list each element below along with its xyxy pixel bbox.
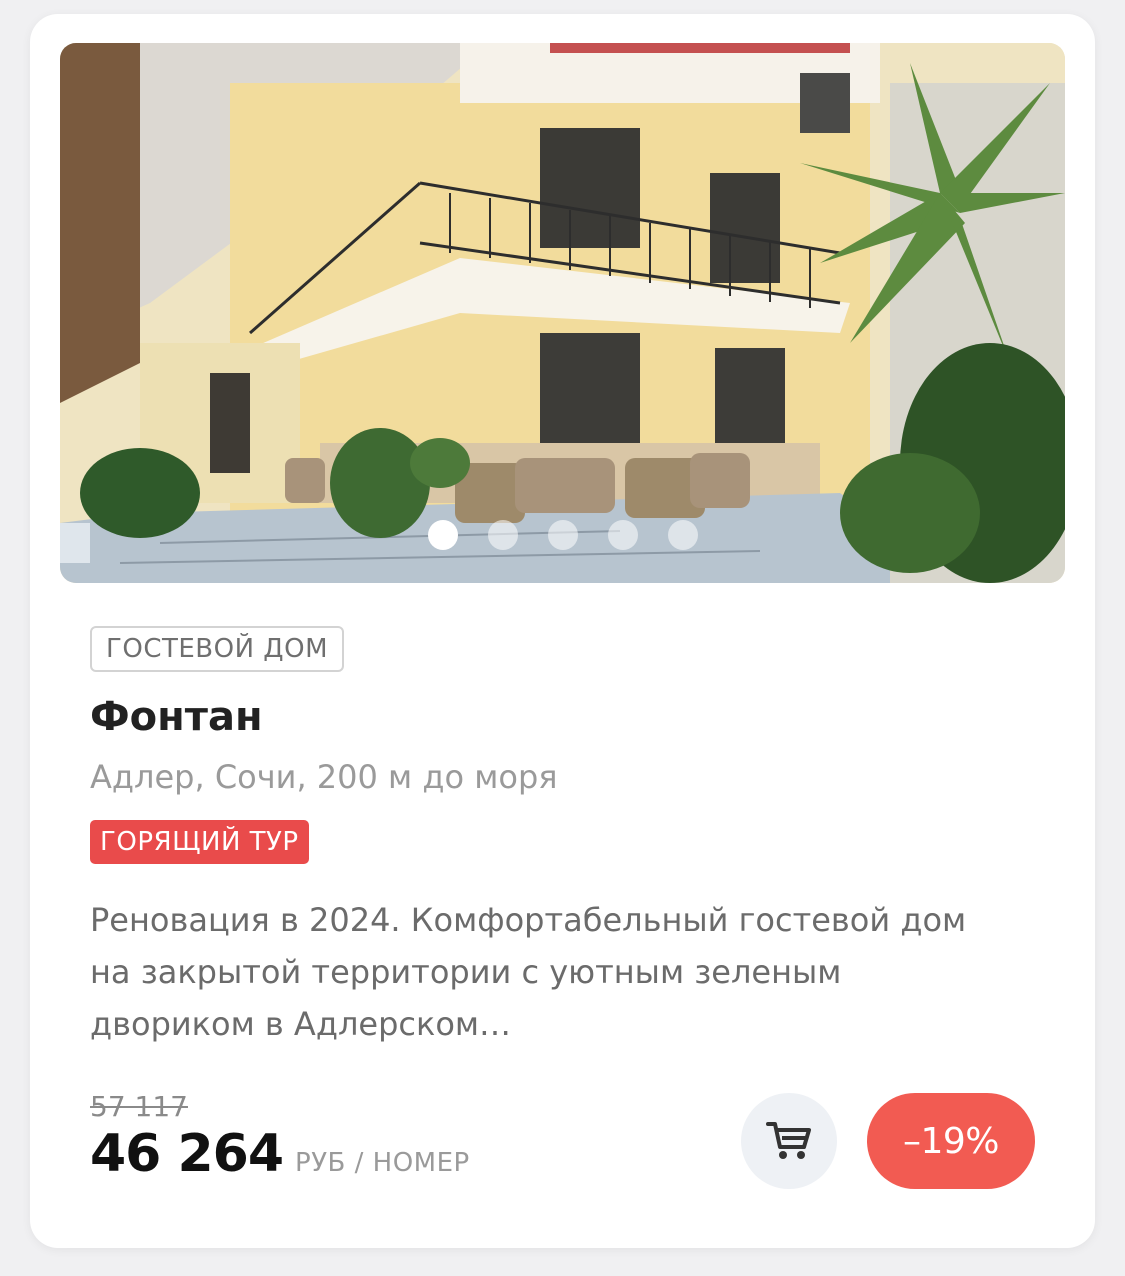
discount-badge: –19% bbox=[867, 1093, 1035, 1189]
price-row: 46 264 РУБ / НОМЕР bbox=[90, 1124, 470, 1184]
hotel-location: Адлер, Сочи, 200 м до моря bbox=[90, 758, 558, 796]
carousel-dot-2[interactable] bbox=[488, 520, 518, 550]
hotel-description: Реновация в 2024. Комфортабельный гостев… bbox=[90, 901, 967, 1043]
hotel-name[interactable]: Фонтан bbox=[90, 694, 263, 740]
cart-icon bbox=[766, 1122, 811, 1159]
property-type-tag: ГОСТЕВОЙ ДОМ bbox=[90, 626, 345, 672]
hotel-card[interactable]: ГОСТЕВОЙ ДОМ Фонтан Адлер, Сочи, 200 м д… bbox=[30, 14, 1095, 1248]
hot-tour-badge: ГОРЯЩИЙ ТУР bbox=[90, 820, 309, 864]
carousel-dots bbox=[428, 520, 698, 550]
price-unit: РУБ / НОМЕР bbox=[295, 1148, 470, 1178]
hotel-photo-image bbox=[60, 43, 1065, 583]
old-price: 57 117 bbox=[90, 1090, 188, 1123]
hotel-photo[interactable] bbox=[60, 43, 1065, 583]
carousel-dot-1[interactable] bbox=[428, 520, 458, 550]
carousel-dot-5[interactable] bbox=[668, 520, 698, 550]
carousel-dot-3[interactable] bbox=[548, 520, 578, 550]
current-price: 46 264 bbox=[90, 1124, 284, 1184]
carousel-dot-4[interactable] bbox=[608, 520, 638, 550]
add-to-cart-button[interactable] bbox=[741, 1093, 837, 1189]
